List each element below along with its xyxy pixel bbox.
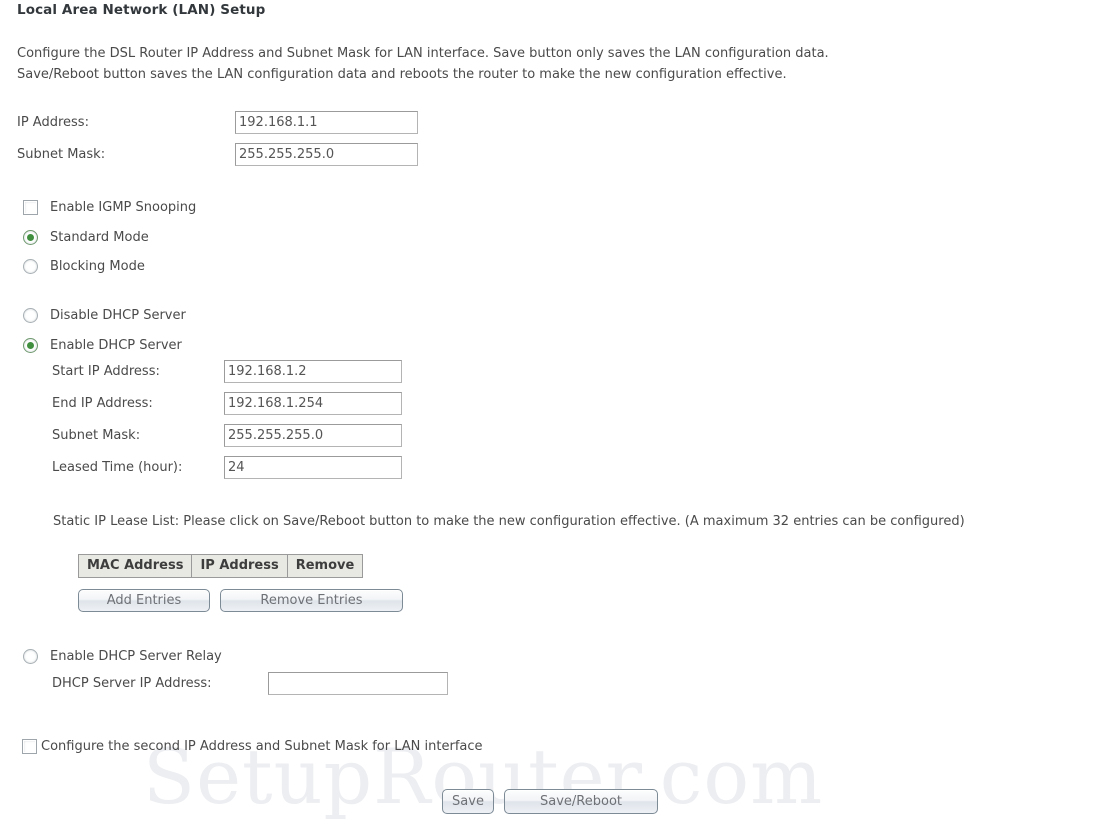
relay-server-ip-input[interactable]: [268, 671, 448, 695]
column-header-ip-address: IP Address: [191, 554, 288, 578]
ip-address-label: IP Address:: [17, 114, 89, 130]
blocking-mode-row[interactable]: Blocking Mode: [23, 255, 145, 277]
subnet-mask-input[interactable]: [235, 142, 418, 166]
description-line-2: Save/Reboot button saves the LAN configu…: [17, 67, 787, 82]
save-reboot-button[interactable]: Save/Reboot: [504, 789, 658, 814]
ip-address-row: IP Address:: [17, 110, 418, 134]
page-description: Configure the DSL Router IP Address and …: [17, 43, 1077, 85]
second-ip-row[interactable]: Configure the second IP Address and Subn…: [22, 735, 483, 757]
ip-address-input[interactable]: [235, 110, 418, 134]
subnet-mask-label: Subnet Mask:: [17, 146, 106, 162]
relay-server-ip-label: DHCP Server IP Address:: [52, 675, 212, 691]
disable-dhcp-server-label: Disable DHCP Server: [50, 307, 186, 323]
blocking-mode-label: Blocking Mode: [50, 258, 145, 274]
static-lease-list-note: Static IP Lease List: Please click on Sa…: [53, 514, 965, 529]
leased-time-row: Leased Time (hour):: [52, 455, 402, 479]
igmp-snooping-row[interactable]: Enable IGMP Snooping: [23, 196, 196, 218]
description-line-1: Configure the DSL Router IP Address and …: [17, 46, 829, 61]
remove-entries-button[interactable]: Remove Entries: [220, 589, 403, 612]
radio-icon-disable-dhcp-server[interactable]: [23, 307, 38, 323]
column-header-remove: Remove: [286, 554, 364, 578]
page-title: Local Area Network (LAN) Setup: [17, 2, 266, 18]
standard-mode-label: Standard Mode: [50, 229, 149, 245]
radio-icon-blocking-mode[interactable]: [23, 258, 38, 274]
standard-mode-row[interactable]: Standard Mode: [23, 226, 149, 248]
table-header-row: MAC Address IP Address Remove: [77, 554, 364, 578]
column-header-mac-address: MAC Address: [77, 554, 193, 578]
radio-icon-standard-mode[interactable]: [23, 229, 38, 245]
enable-dhcp-server-label: Enable DHCP Server: [50, 337, 182, 353]
enable-dhcp-server-row[interactable]: Enable DHCP Server: [23, 334, 182, 356]
disable-dhcp-server-row[interactable]: Disable DHCP Server: [23, 304, 186, 326]
start-ip-label: Start IP Address:: [52, 363, 160, 379]
checkbox-icon-second-ip[interactable]: [22, 738, 37, 754]
radio-icon-enable-dhcp-server[interactable]: [23, 337, 38, 353]
start-ip-row: Start IP Address:: [52, 359, 402, 383]
save-button[interactable]: Save: [442, 789, 494, 814]
form-actions: Save Save/Reboot: [0, 789, 1100, 814]
igmp-snooping-label: Enable IGMP Snooping: [50, 199, 197, 215]
end-ip-input[interactable]: [224, 391, 402, 415]
leased-time-input[interactable]: [224, 455, 402, 479]
relay-server-ip-row: DHCP Server IP Address:: [52, 671, 448, 695]
start-ip-input[interactable]: [224, 359, 402, 383]
dhcp-subnet-mask-input[interactable]: [224, 423, 402, 447]
enable-dhcp-relay-label: Enable DHCP Server Relay: [50, 648, 222, 664]
second-ip-label: Configure the second IP Address and Subn…: [41, 738, 483, 754]
dhcp-subnet-mask-label: Subnet Mask:: [52, 427, 141, 443]
leased-time-label: Leased Time (hour):: [52, 459, 183, 475]
radio-icon-enable-dhcp-relay[interactable]: [23, 648, 38, 664]
checkbox-icon-igmp-snooping[interactable]: [23, 199, 38, 215]
subnet-mask-row: Subnet Mask:: [17, 142, 418, 166]
enable-dhcp-relay-row[interactable]: Enable DHCP Server Relay: [23, 645, 222, 667]
static-lease-table: MAC Address IP Address Remove: [77, 554, 364, 578]
dhcp-subnet-mask-row: Subnet Mask:: [52, 423, 402, 447]
end-ip-label: End IP Address:: [52, 395, 153, 411]
add-entries-button[interactable]: Add Entries: [78, 589, 210, 612]
end-ip-row: End IP Address:: [52, 391, 402, 415]
